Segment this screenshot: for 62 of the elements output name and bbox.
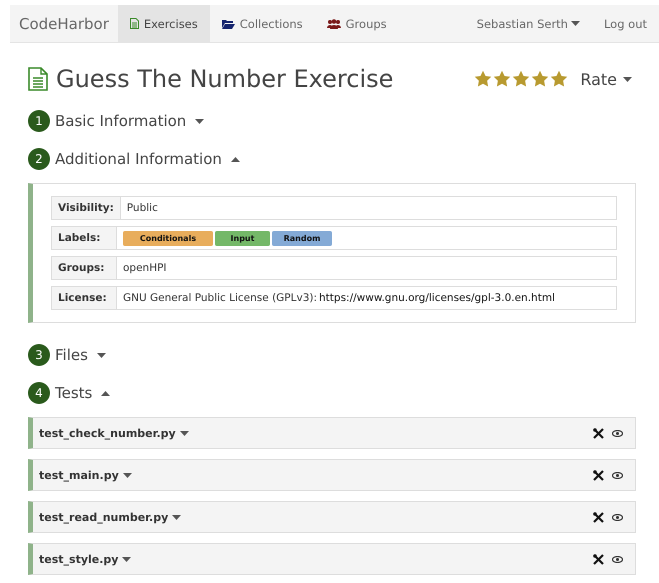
license-link[interactable]: https://www.gnu.org/licenses/gpl-3.0.en.html [319,292,555,304]
test-file-name: test_main.py [39,468,119,482]
info-value: GNU General Public License (GPLv3): [123,292,318,304]
info-label: Groups: [52,257,117,279]
crossed-tools-icon[interactable] [593,470,604,480]
caret-icon [623,76,632,82]
section-header[interactable]: 3 Files [28,343,636,367]
star-icon [531,70,550,88]
crossed-tools-icon[interactable] [593,512,604,522]
test-file-row[interactable]: test_read_number.py [28,501,636,533]
info-value: openHPI [123,262,167,274]
users-icon [326,18,341,28]
rate-dropdown[interactable]: Rate [580,70,632,88]
caret-icon [230,156,240,162]
caret-icon [172,514,182,520]
nav-link[interactable]: Groups [314,5,399,42]
caret-icon [96,352,106,358]
caret-icon [122,472,132,478]
info-label: Labels: [52,227,117,249]
eye-icon[interactable] [612,472,623,478]
label-tag: Random [272,230,332,246]
test-file-name: test_read_number.py [39,510,168,524]
caret-icon [570,21,580,26]
eye-icon[interactable] [612,430,623,436]
document-icon [28,67,48,91]
step-number: 2 [28,148,50,170]
caret-icon [122,556,132,562]
crossed-tools-icon[interactable] [593,554,604,564]
star-icon [512,70,530,88]
section-header[interactable]: 1 Basic Information [28,109,636,133]
nav-link[interactable]: Exercises [118,5,210,42]
eye-icon[interactable] [612,514,623,520]
info-label: Visibility: [52,197,121,219]
user-menu[interactable]: Sebastian Serth [464,5,592,42]
test-file-row[interactable]: test_check_number.py [28,417,636,449]
step-number: 3 [28,344,50,366]
test-file-name: test_check_number.py [39,426,176,440]
caret-icon [195,118,204,124]
exercise-title: Guess The Number Exercise [56,65,394,93]
test-file-name: test_style.py [39,552,118,566]
crossed-tools-icon[interactable] [593,428,604,438]
info-value: Public [126,202,158,214]
star-icon [474,70,492,88]
section-header[interactable]: 4 Tests [28,381,636,405]
folder-icon [222,18,235,28]
brand-link[interactable]: CodeHarbor [10,5,118,42]
test-file-row[interactable]: test_main.py [28,459,636,491]
caret-icon [180,430,189,436]
document-icon [130,18,139,29]
eye-icon[interactable] [612,556,623,562]
step-number: 4 [28,382,50,404]
logout-link[interactable]: Log out [592,5,659,42]
step-number: 1 [28,110,50,132]
label-tag: Input [215,230,270,246]
nav-link[interactable]: Collections [210,5,315,42]
test-file-row[interactable]: test_style.py [28,543,636,575]
star-icon [550,70,568,88]
caret-icon [101,390,110,396]
star-icon [493,70,512,88]
section-header[interactable]: 2 Additional Information [28,147,636,171]
label-tag: Conditionals [123,230,213,246]
info-label: License: [52,287,117,309]
